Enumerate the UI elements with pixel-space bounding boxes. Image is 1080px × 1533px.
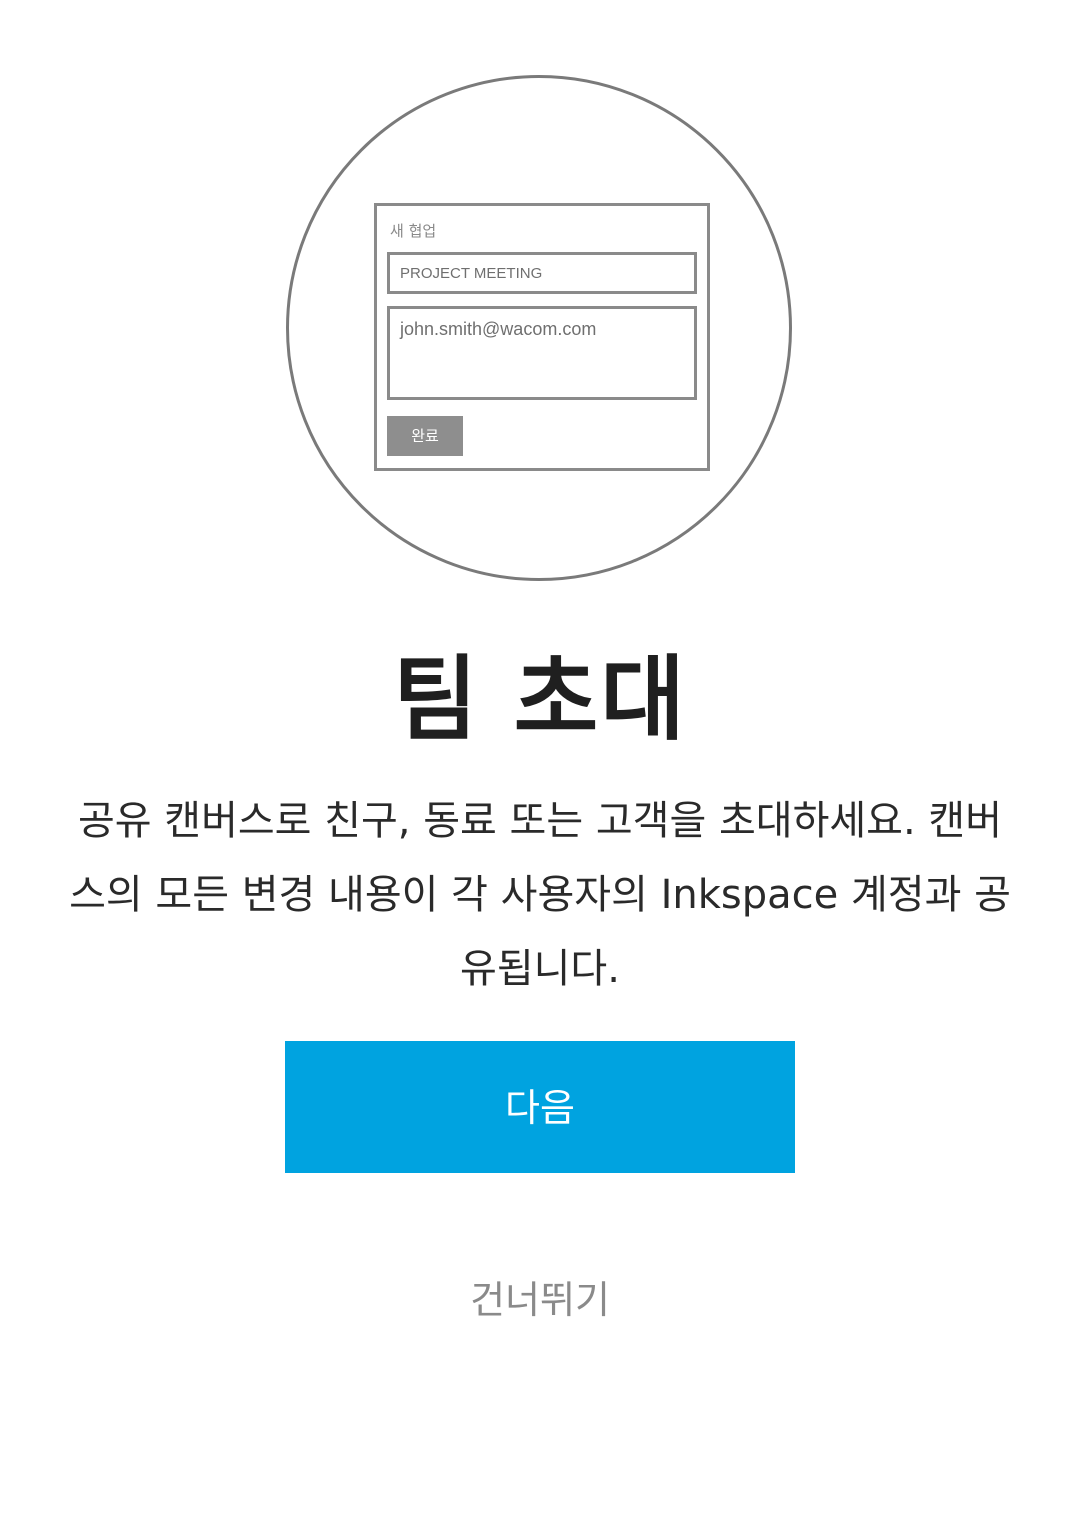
- description-text: 공유 캔버스로 친구, 동료 또는 고객을 초대하세요. 캔버스의 모든 변경 …: [69, 798, 1011, 992]
- page-title: 팀 초대: [393, 646, 687, 753]
- mock-form-title: 새 협업: [390, 222, 437, 240]
- mock-email-value: john.smith@wacom.com: [400, 319, 597, 339]
- mock-new-collaboration-form: 새 협업 PROJECT MEETING john.smith@wacom.co…: [374, 203, 710, 471]
- collaboration-illustration: 새 협업 PROJECT MEETING john.smith@wacom.co…: [286, 75, 792, 581]
- mock-done-button: 완료: [387, 416, 463, 456]
- skip-link[interactable]: 건너뛰기: [390, 1268, 690, 1332]
- mock-email-field: john.smith@wacom.com: [387, 306, 697, 400]
- mock-project-name-field: PROJECT MEETING: [387, 252, 697, 294]
- next-button[interactable]: 다음: [285, 1041, 795, 1173]
- mock-project-name-value: PROJECT MEETING: [400, 265, 543, 282]
